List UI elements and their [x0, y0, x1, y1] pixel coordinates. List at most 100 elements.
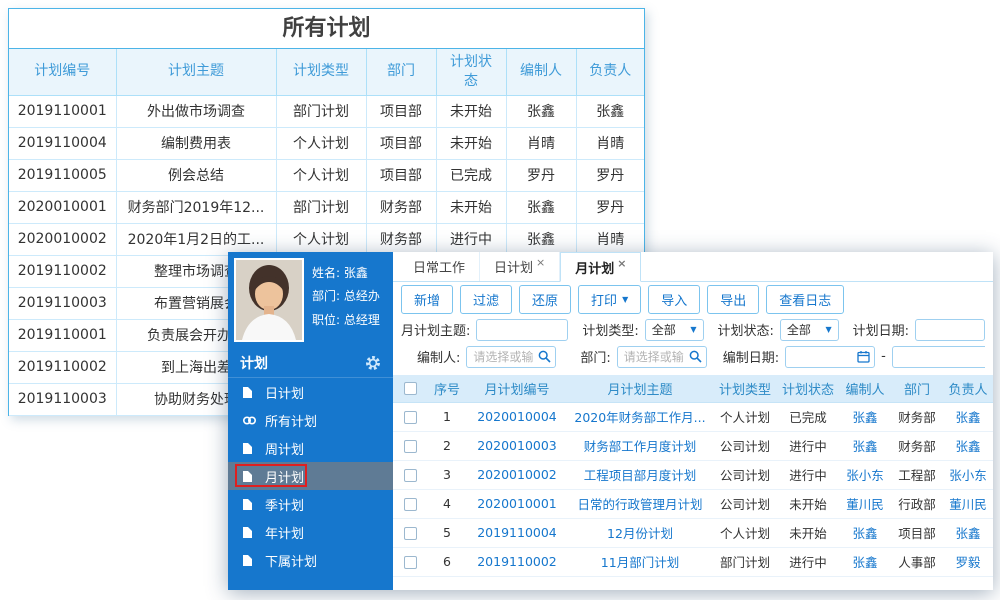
creator-link[interactable]: 张鑫	[839, 402, 891, 432]
creator-filter-input[interactable]	[466, 345, 557, 368]
column-header: 计划类型	[275, 49, 367, 96]
export-button[interactable]: 导出	[707, 284, 760, 314]
plan-code-link[interactable]: 2020010004	[467, 402, 567, 432]
print-button[interactable]: 打印 ▼	[578, 284, 642, 314]
tab-month-plan[interactable]: 月计划 ×	[560, 252, 642, 282]
column-header: 月计划编号	[467, 375, 567, 403]
row-number: 4	[427, 489, 467, 519]
plan-date-filter-input[interactable]	[915, 318, 985, 341]
plan-type: 公司计划	[713, 431, 777, 461]
plan-type: 个人计划	[713, 518, 777, 548]
table-cell: 未开始	[435, 94, 507, 128]
row-checkbox[interactable]	[403, 498, 417, 511]
sidebar-item-label: 下属计划	[265, 554, 318, 570]
sidebar-item-all-plans[interactable]: 所有计划	[228, 406, 393, 434]
tab-daily-work[interactable]: 日常工作	[399, 252, 481, 281]
owner-link[interactable]: 董川民	[943, 489, 993, 519]
subject-filter-input[interactable]	[476, 318, 569, 341]
plan-status: 进行中	[777, 460, 839, 490]
owner-link[interactable]: 张鑫	[943, 518, 993, 548]
owner-link[interactable]: 张鑫	[943, 402, 993, 432]
table-cell: 罗丹	[505, 158, 577, 192]
column-header: 计划状态	[435, 49, 507, 96]
page-title: 所有计划	[9, 9, 644, 49]
table-cell: 肖晴	[575, 126, 644, 160]
creator-link[interactable]: 张鑫	[839, 431, 891, 461]
dept-filter-field	[616, 345, 707, 368]
chevron-down-icon: ▼	[622, 294, 629, 304]
row-number: 6	[427, 547, 467, 577]
row-checkbox[interactable]	[403, 469, 417, 482]
plan-subject-link[interactable]: 11月部门计划	[567, 547, 713, 577]
plan-code-link[interactable]: 2019110002	[467, 547, 567, 577]
tab-label: 日常工作	[413, 261, 466, 276]
close-icon[interactable]: ×	[617, 257, 626, 270]
main-content: 日常工作 日计划 × 月计划 × 新增 过滤 还原 打印 ▼ 导入 导出 查看日志 月计划主题: 计划…	[393, 252, 993, 590]
row-checkbox[interactable]	[403, 411, 417, 424]
restore-button[interactable]: 还原	[519, 284, 572, 314]
plan-code-link[interactable]: 2020010001	[467, 489, 567, 519]
tab-daily-plan[interactable]: 日计划 ×	[480, 252, 561, 281]
sidebar-item-week-plan[interactable]: 周计划	[228, 434, 393, 462]
view-log-button[interactable]: 查看日志	[766, 284, 845, 314]
owner-link[interactable]: 张鑫	[943, 431, 993, 461]
department-cell: 人事部	[891, 547, 943, 577]
creator-link[interactable]: 董川民	[839, 489, 891, 519]
plan-code-link[interactable]: 2019110004	[467, 518, 567, 548]
table-cell: 张鑫	[505, 94, 577, 128]
plan-subject-link[interactable]: 12月份计划	[567, 518, 713, 548]
plan-subject-link[interactable]: 财务部工作月度计划	[567, 431, 713, 461]
status-filter-label: 计划状态:	[717, 324, 774, 339]
creator-link[interactable]: 张鑫	[839, 547, 891, 577]
owner-link[interactable]: 罗毅	[943, 547, 993, 577]
table-cell: 部门计划	[275, 94, 367, 128]
row-number: 5	[427, 518, 467, 548]
table-cell: 编制费用表	[115, 126, 277, 160]
tab-bar: 日常工作 日计划 × 月计划 ×	[393, 252, 993, 282]
table-cell: 2020010001	[9, 190, 117, 224]
type-filter-select[interactable]: 全部 ▼	[644, 318, 704, 341]
table-cell: 张鑫	[575, 94, 644, 128]
table-row: 3 2020010002 工程项目部月度计划 公司计划 进行中 张小东 工程部 张小东	[393, 460, 993, 490]
row-checkbox[interactable]	[403, 527, 417, 540]
owner-link[interactable]: 张小东	[943, 460, 993, 490]
plan-subject-link[interactable]: 工程项目部月度计划	[567, 460, 713, 490]
sidebar-item-daily-plan[interactable]: 日计划	[228, 378, 393, 406]
creator-filter-field	[466, 345, 557, 368]
button-label: 导入	[661, 293, 688, 309]
button-label: 过滤	[473, 293, 500, 309]
plan-type: 部门计划	[713, 547, 777, 577]
create-date-start-input[interactable]	[785, 345, 876, 368]
add-button[interactable]: 新增	[401, 284, 454, 314]
sidebar-item-subordinate-plan[interactable]: 下属计划	[228, 546, 393, 574]
creator-link[interactable]: 张小东	[839, 460, 891, 490]
plan-subject-link[interactable]: 2020年财务部工作月...	[567, 402, 713, 432]
row-checkbox[interactable]	[403, 440, 417, 453]
table-cell: 例会总结	[115, 158, 277, 192]
close-icon[interactable]: ×	[536, 256, 545, 269]
table-cell: 张鑫	[505, 190, 577, 224]
create-date-end-input[interactable]	[891, 345, 985, 368]
toolbar: 新增 过滤 还原 打印 ▼ 导入 导出 查看日志	[393, 282, 993, 316]
sidebar-item-year-plan[interactable]: 年计划	[228, 518, 393, 546]
chevron-down-icon: ▼	[825, 325, 832, 334]
table-cell: 外出做市场调查	[115, 94, 277, 128]
creator-link[interactable]: 张鑫	[839, 518, 891, 548]
sidebar-item-quarter-plan[interactable]: 季计划	[228, 490, 393, 518]
select-all-checkbox[interactable]	[403, 381, 417, 395]
profile-department: 部门: 总经办	[312, 289, 380, 304]
filter-row-1: 月计划主题: 计划类型: 全部 ▼ 计划状态: 全部 ▼ 计划日期:	[401, 316, 985, 343]
filter-button[interactable]: 过滤	[460, 284, 513, 314]
table-row: 2019110004 编制费用表 个人计划 项目部 未开始 肖晴 肖晴	[9, 126, 644, 160]
gear-icon[interactable]	[365, 355, 381, 371]
row-checkbox[interactable]	[403, 556, 417, 569]
dept-filter-input[interactable]	[616, 345, 707, 368]
status-filter-select[interactable]: 全部 ▼	[779, 318, 839, 341]
table-cell: 2019110002	[9, 254, 117, 288]
sidebar-item-month-plan[interactable]: 月计划	[228, 462, 393, 490]
import-button[interactable]: 导入	[648, 284, 701, 314]
plan-code-link[interactable]: 2020010003	[467, 431, 567, 461]
plan-code-link[interactable]: 2020010002	[467, 460, 567, 490]
plan-subject-link[interactable]: 日常的行政管理月计划	[567, 489, 713, 519]
table-row: 5 2019110004 12月份计划 个人计划 未开始 张鑫 项目部 张鑫	[393, 518, 993, 548]
